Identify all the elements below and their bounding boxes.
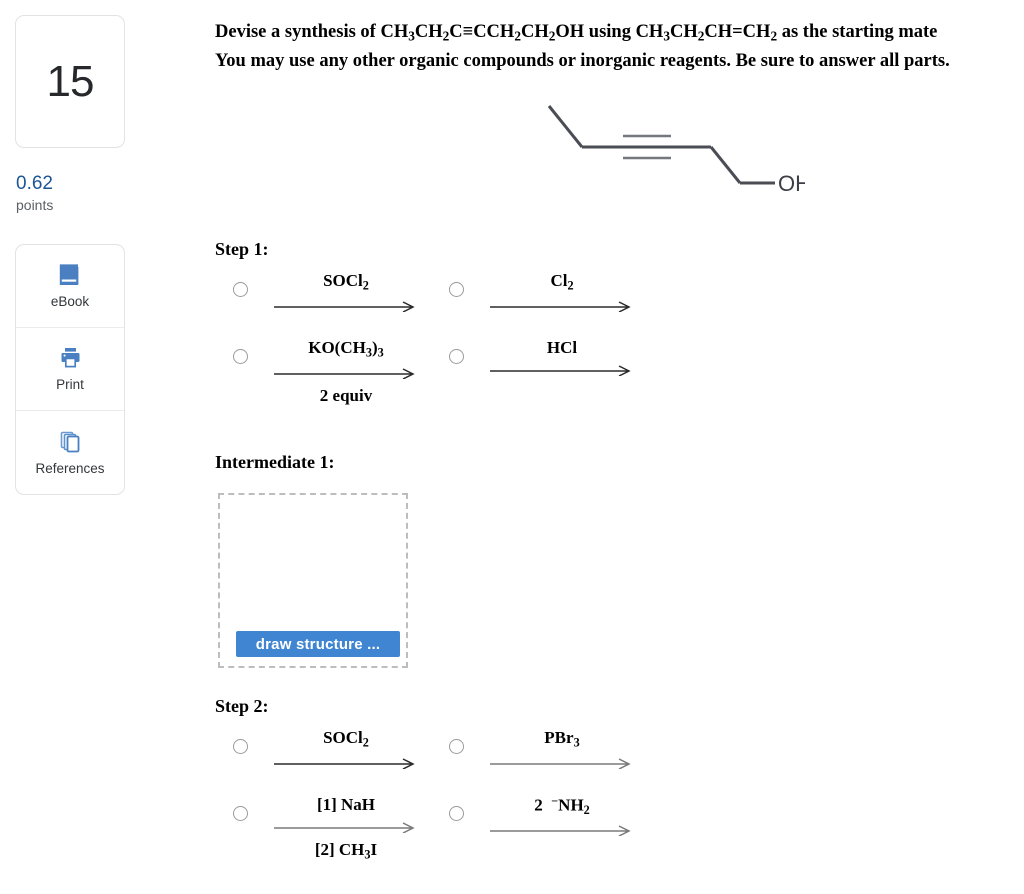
step-1-option-2[interactable]: Cl2	[449, 270, 642, 317]
points-value: 0.62	[16, 173, 53, 194]
step-2-reagent-1: SOCl2	[266, 727, 426, 774]
step-1-radio-2[interactable]	[449, 282, 464, 297]
step-2-option-1[interactable]: SOCl2	[233, 727, 426, 774]
tools-card: eBook Print References	[15, 243, 125, 495]
step-1-reagent-1: SOCl2	[266, 270, 426, 317]
question-sidebar: 15 0.62 points eBook Print References	[15, 15, 125, 495]
step-2-radio-3[interactable]	[233, 806, 248, 821]
step-2-reagent-2-above: PBr3	[544, 728, 580, 750]
step-2-option-row-1: SOCl2 PBr3	[233, 727, 693, 794]
step-1-option-row-2: KO(CH3)3 2 equiv HCl	[233, 337, 693, 407]
reaction-arrow-icon	[488, 361, 636, 381]
step-1-reagent-1-above: SOCl2	[323, 271, 369, 293]
molecule-oh-label: OH	[778, 171, 805, 196]
tool-ebook[interactable]: eBook	[16, 245, 124, 328]
intermediate-1-drop-area[interactable]: draw structure ...	[218, 493, 408, 668]
step-1-radio-4[interactable]	[449, 349, 464, 364]
intermediate-1-heading: Intermediate 1:	[215, 452, 335, 472]
reaction-arrow-icon	[488, 821, 636, 841]
pages-icon	[56, 429, 84, 455]
printer-icon	[56, 345, 84, 371]
step-2-reagent-1-above: SOCl2	[323, 728, 369, 750]
step-2-reagent-2: PBr3	[482, 727, 642, 774]
step-2-reagent-3-below: [2] CH3I	[314, 840, 378, 862]
tool-references[interactable]: References	[16, 411, 124, 494]
book-icon	[56, 262, 84, 288]
reaction-arrow-icon	[488, 754, 636, 774]
step-2-reagent-3: [1] NaH [2] CH3I	[266, 794, 426, 864]
step-1-reagent-3-below: 2 equiv	[319, 385, 373, 405]
reaction-arrow-icon	[488, 297, 636, 317]
question-body: Devise a synthesis of CH3CH2C≡CCH2CH2OH …	[215, 0, 1024, 894]
reaction-arrow-icon	[272, 818, 420, 838]
question-page: 15 0.62 points eBook Print References De…	[0, 0, 1024, 894]
step-1-reagent-4-above: HCl	[546, 338, 578, 357]
tool-references-label: References	[35, 460, 105, 476]
reaction-arrow-icon	[272, 297, 420, 317]
step-1-radio-3[interactable]	[233, 349, 248, 364]
step-2-heading: Step 2:	[215, 696, 269, 716]
prompt-line-2: You may use any other organic compounds …	[215, 51, 950, 72]
question-number-card: 15	[15, 15, 125, 148]
step-2-reagent-4-above: 2 −NH2	[534, 794, 590, 817]
step-1-reagent-2: Cl2	[482, 270, 642, 317]
step-2-reagent-3-above: [1] NaH	[316, 795, 376, 814]
reaction-arrow-icon	[272, 754, 420, 774]
points-block: 0.62 points	[15, 173, 125, 216]
target-molecule-structure: OH	[525, 90, 811, 205]
step-2-radio-2[interactable]	[449, 739, 464, 754]
step-1-option-3[interactable]: KO(CH3)3 2 equiv	[233, 337, 426, 407]
step-1-heading: Step 1:	[215, 239, 269, 259]
step-1-radio-1[interactable]	[233, 282, 248, 297]
tool-print[interactable]: Print	[16, 328, 124, 411]
tool-print-label: Print	[56, 377, 84, 393]
step-2-radio-4[interactable]	[449, 806, 464, 821]
step-2-option-row-2: [1] NaH [2] CH3I 2 −NH2	[233, 794, 693, 864]
draw-structure-button[interactable]: draw structure ...	[236, 631, 400, 657]
points-label: points	[16, 196, 54, 213]
step-2-options: SOCl2 PBr3 [1] NaH [2] CH3I 2 −NH2	[233, 727, 693, 864]
step-2-reagent-4: 2 −NH2	[482, 794, 642, 841]
step-2-option-4[interactable]: 2 −NH2	[449, 794, 642, 841]
step-1-reagent-3: KO(CH3)3 2 equiv	[266, 337, 426, 407]
step-1-option-1[interactable]: SOCl2	[233, 270, 426, 317]
step-1-reagent-4: HCl	[482, 337, 642, 381]
question-number: 15	[46, 56, 95, 106]
reaction-arrow-icon	[272, 364, 420, 384]
prompt-line-1: Devise a synthesis of CH3CH2C≡CCH2CH2OH …	[215, 22, 938, 44]
step-2-radio-1[interactable]	[233, 739, 248, 754]
step-1-options: SOCl2 Cl2 KO(CH3)3 2 equiv HCl	[233, 270, 693, 407]
question-prompt: Devise a synthesis of CH3CH2C≡CCH2CH2OH …	[215, 18, 1024, 76]
step-1-reagent-3-above: KO(CH3)3	[308, 338, 384, 360]
step-1-option-row-1: SOCl2 Cl2	[233, 270, 693, 337]
tool-ebook-label: eBook	[50, 294, 90, 310]
step-1-reagent-2-above: Cl2	[550, 271, 574, 293]
step-1-option-4[interactable]: HCl	[449, 337, 642, 381]
step-2-option-2[interactable]: PBr3	[449, 727, 642, 774]
step-2-option-3[interactable]: [1] NaH [2] CH3I	[233, 794, 426, 864]
